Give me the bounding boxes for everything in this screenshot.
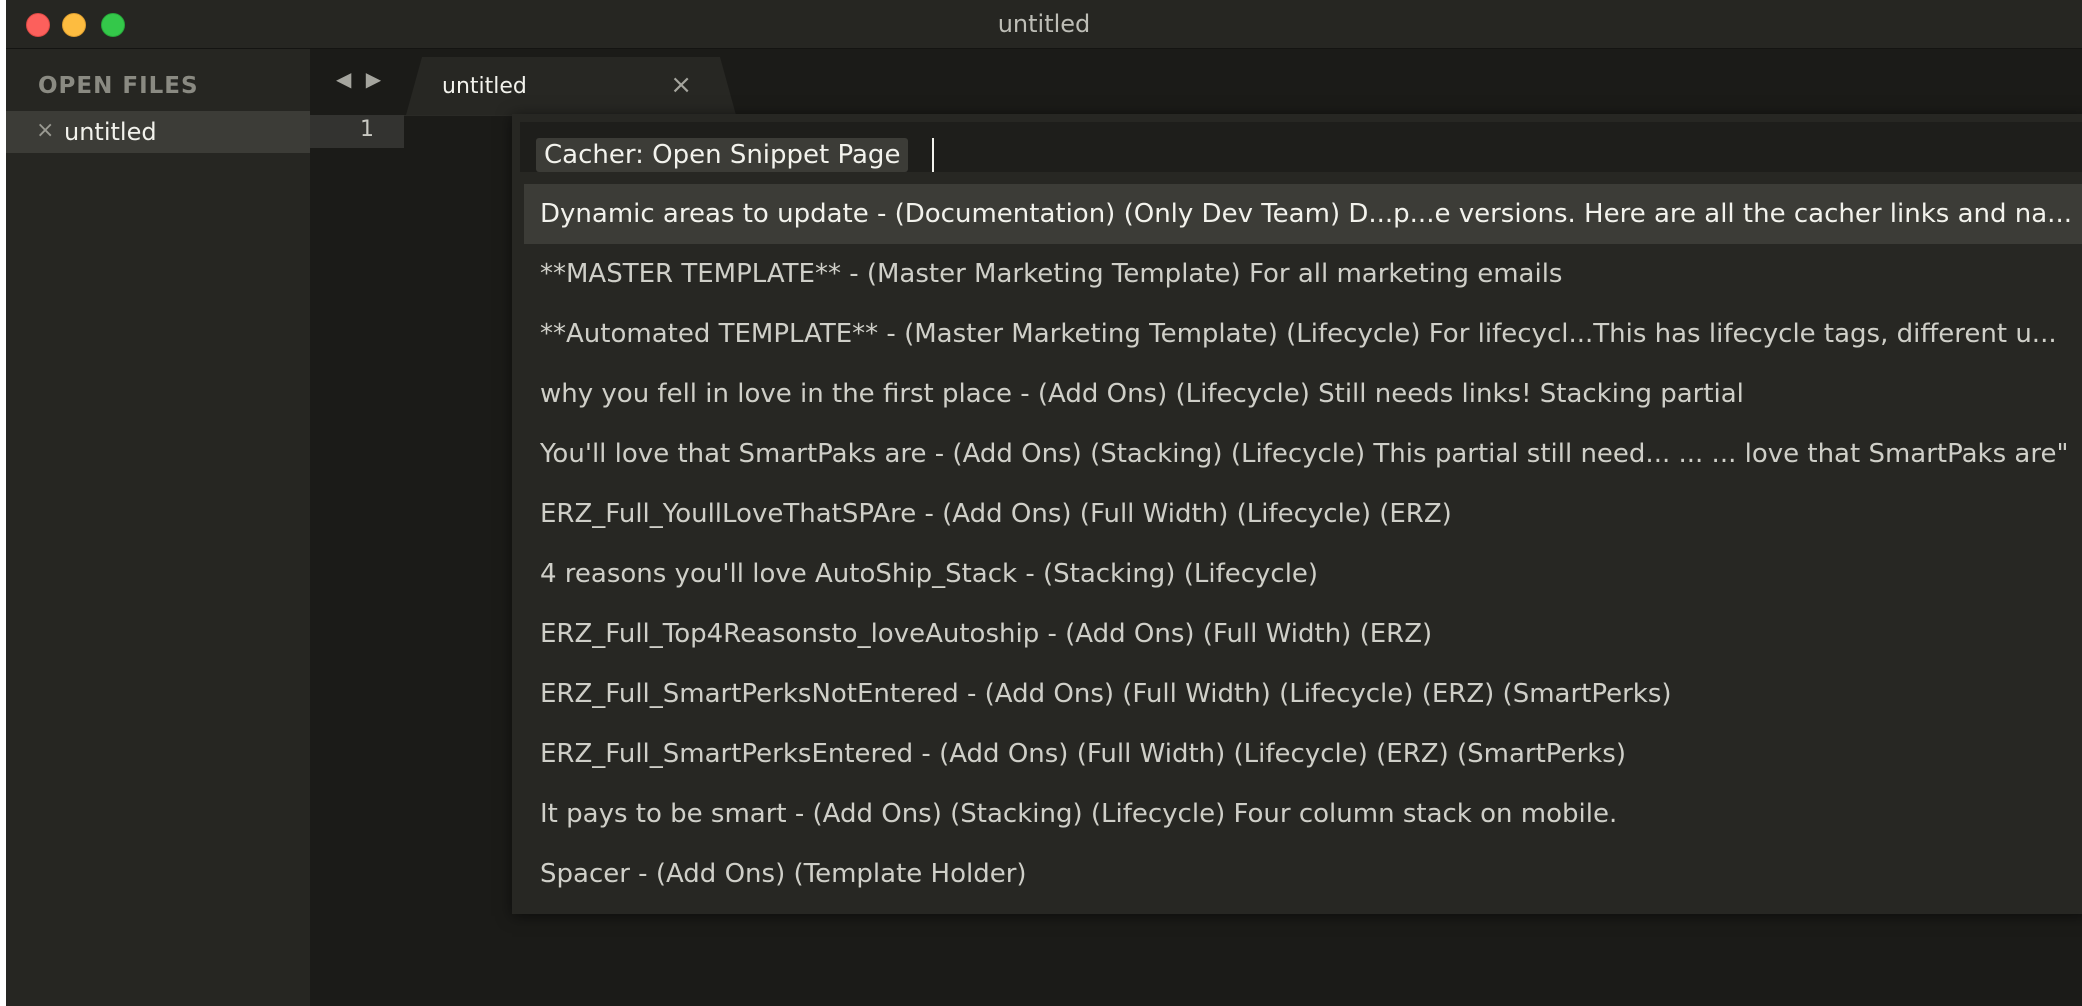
close-icon[interactable]: × — [670, 70, 692, 100]
palette-input[interactable]: Cacher: Open Snippet Page — [520, 122, 2082, 172]
open-files-header: OPEN FILES — [38, 73, 199, 99]
window-title: untitled — [997, 10, 1091, 38]
palette-results: Dynamic areas to update - (Documentation… — [524, 184, 2082, 904]
chevron-left-icon[interactable]: ◀ — [336, 67, 351, 91]
palette-item[interactable]: why you fell in love in the first place … — [524, 364, 2082, 424]
palette-item[interactable]: ERZ_Full_SmartPerksNotEntered - (Add Ons… — [524, 664, 2082, 724]
sidebar: OPEN FILES × untitled — [6, 49, 310, 1006]
palette-item[interactable]: 4 reasons you'll love AutoShip_Stack - (… — [524, 544, 2082, 604]
palette-item[interactable]: ERZ_Full_YoullLoveThatSPAre - (Add Ons) … — [524, 484, 2082, 544]
tab-navigation: ◀ ▶ — [336, 67, 389, 91]
palette-item[interactable]: ERZ_Full_SmartPerksEntered - (Add Ons) (… — [524, 724, 2082, 784]
tab-label: untitled — [442, 74, 527, 99]
palette-item[interactable]: ERZ_Full_Top4Reasonsto_loveAutoship - (A… — [524, 604, 2082, 664]
tab-untitled[interactable]: untitled × — [406, 57, 736, 115]
line-number: 1 — [360, 117, 374, 142]
palette-item[interactable]: **Automated TEMPLATE** - (Master Marketi… — [524, 304, 2082, 364]
editor-window: untitled OPEN FILES × untitled ◀ ▶ untit… — [6, 0, 2082, 1006]
palette-query-text: Cacher: Open Snippet Page — [536, 138, 909, 172]
sidebar-file-untitled[interactable]: × untitled — [6, 111, 310, 153]
palette-item[interactable]: Dynamic areas to update - (Documentation… — [524, 184, 2082, 244]
command-palette: Cacher: Open Snippet Page Dynamic areas … — [512, 114, 2082, 914]
current-line-gutter — [310, 115, 404, 148]
close-icon[interactable]: × — [36, 118, 54, 143]
text-caret — [932, 138, 934, 172]
chevron-right-icon[interactable]: ▶ — [366, 67, 381, 91]
palette-item[interactable]: It pays to be smart - (Add Ons) (Stackin… — [524, 784, 2082, 844]
palette-item[interactable]: You'll love that SmartPaks are - (Add On… — [524, 424, 2082, 484]
sidebar-file-label: untitled — [64, 118, 157, 146]
title-bar: untitled — [6, 0, 2082, 49]
palette-item[interactable]: **MASTER TEMPLATE** - (Master Marketing … — [524, 244, 2082, 304]
palette-item[interactable]: Spacer - (Add Ons) (Template Holder) — [524, 844, 2082, 904]
